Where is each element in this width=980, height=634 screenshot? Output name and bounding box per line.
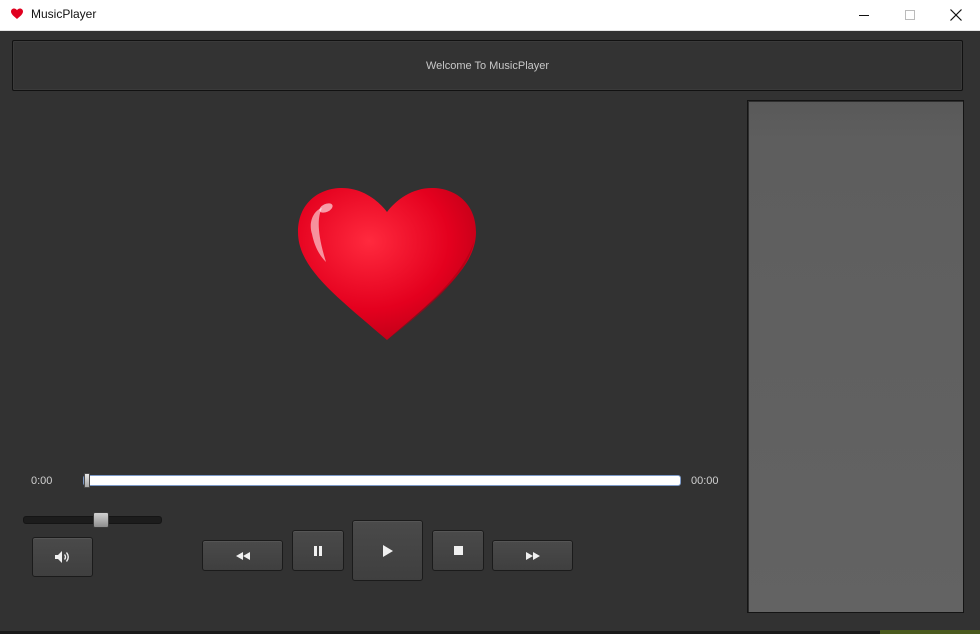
volume-handle[interactable] <box>92 512 109 528</box>
maximize-button[interactable] <box>887 0 933 30</box>
pause-button[interactable] <box>292 530 344 571</box>
stop-button[interactable] <box>432 530 484 571</box>
minimize-button[interactable] <box>841 0 887 30</box>
welcome-banner: Welcome To MusicPlayer <box>12 40 963 91</box>
playlist-panel[interactable] <box>747 100 964 613</box>
seek-bar[interactable] <box>83 475 681 486</box>
rewind-icon <box>235 551 250 560</box>
title-bar: MusicPlayer <box>0 0 980 31</box>
window-title: MusicPlayer <box>31 7 97 21</box>
fast-forward-icon <box>525 551 540 560</box>
mute-button[interactable] <box>32 537 93 577</box>
speaker-icon <box>54 551 69 563</box>
minimize-icon <box>858 14 869 16</box>
play-icon <box>382 544 393 557</box>
current-time: 0:00 <box>31 475 53 487</box>
play-button[interactable] <box>352 520 423 581</box>
close-icon <box>950 9 962 21</box>
music-player-window: MusicPlayer Welcome To MusicPlayer 0:00 … <box>0 0 980 634</box>
pause-icon <box>314 545 322 556</box>
album-art-heart-icon <box>298 188 476 340</box>
welcome-text: Welcome To MusicPlayer <box>425 59 550 72</box>
maximize-icon <box>904 9 915 20</box>
stop-icon <box>453 546 463 555</box>
close-button[interactable] <box>933 0 979 30</box>
fast-forward-button[interactable] <box>492 540 573 571</box>
heart-icon <box>11 8 23 19</box>
rewind-button[interactable] <box>202 540 283 571</box>
background-peek <box>880 630 980 634</box>
seek-handle[interactable] <box>84 473 90 488</box>
total-time: 00:00 <box>691 475 719 487</box>
